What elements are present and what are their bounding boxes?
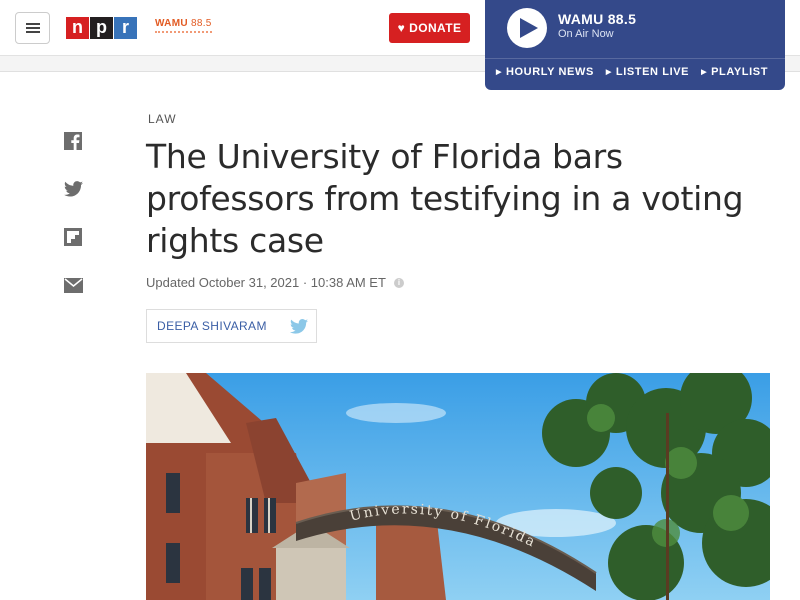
playlist-label: PLAYLIST <box>711 66 769 78</box>
share-flipboard-button[interactable] <box>63 227 83 247</box>
share-email-button[interactable] <box>63 275 83 295</box>
listen-live-link[interactable]: ▶ LISTEN LIVE <box>606 66 689 78</box>
hourly-news-label: HOURLY NEWS <box>505 66 594 78</box>
heart-icon: ♥ <box>397 21 406 35</box>
wamu-logo-tagline <box>155 31 212 33</box>
share-facebook-button[interactable] <box>63 131 83 151</box>
live-player: WAMU 88.5 On Air Now ▶ HOURLY NEWS ▶ LIS… <box>485 0 785 90</box>
caret-right-icon: ▶ <box>605 69 612 76</box>
campus-arch-photo: University of Florida <box>146 373 770 600</box>
facebook-icon <box>64 132 82 150</box>
email-icon <box>63 277 83 293</box>
menu-button[interactable] <box>15 12 50 44</box>
twitter-icon <box>63 181 83 197</box>
npr-logo-p: p <box>90 17 113 39</box>
playlist-link[interactable]: ▶ PLAYLIST <box>701 66 768 78</box>
donate-button[interactable]: ♥ DONATE <box>389 13 470 43</box>
article-slug[interactable]: LAW <box>148 112 177 126</box>
article-dateline: Updated October 31, 2021 · 10:38 AM ET i <box>146 275 404 290</box>
npr-logo-r: r <box>114 17 137 39</box>
share-twitter-button[interactable] <box>63 179 83 199</box>
wamu-logo-freq: 88.5 <box>190 18 212 29</box>
dateline-text: Updated October 31, 2021 · 10:38 AM ET <box>146 275 386 290</box>
listen-live-label: LISTEN LIVE <box>615 66 690 78</box>
twitter-icon[interactable] <box>290 318 308 334</box>
caret-right-icon: ▶ <box>701 69 708 76</box>
wamu-logo-name: WAMU <box>155 18 188 29</box>
caret-right-icon: ▶ <box>496 69 502 76</box>
article-lead-photo[interactable]: University of Florida <box>146 373 770 600</box>
donate-label: DONATE <box>409 21 462 35</box>
hamburger-icon <box>25 23 40 33</box>
play-icon <box>520 18 538 38</box>
info-icon[interactable]: i <box>393 277 404 288</box>
byline-author[interactable]: DEEPA SHIVARAM <box>157 319 267 333</box>
flipboard-icon <box>64 228 82 246</box>
npr-logo-n: n <box>66 17 89 39</box>
play-button[interactable] <box>507 8 547 48</box>
hourly-news-link[interactable]: ▶ HOURLY NEWS <box>496 66 594 78</box>
player-links: ▶ HOURLY NEWS ▶ LISTEN LIVE ▶ PLAYLIST <box>496 66 780 78</box>
player-status: On Air Now <box>558 28 614 40</box>
wamu-logo[interactable]: WAMU 88.5 <box>155 18 215 33</box>
player-station-name: WAMU 88.5 <box>558 11 637 27</box>
byline-card[interactable]: DEEPA SHIVARAM <box>146 309 317 343</box>
npr-logo[interactable]: n p r <box>66 17 138 39</box>
player-divider <box>485 58 785 59</box>
article-title: The University of Florida bars professor… <box>146 137 744 260</box>
